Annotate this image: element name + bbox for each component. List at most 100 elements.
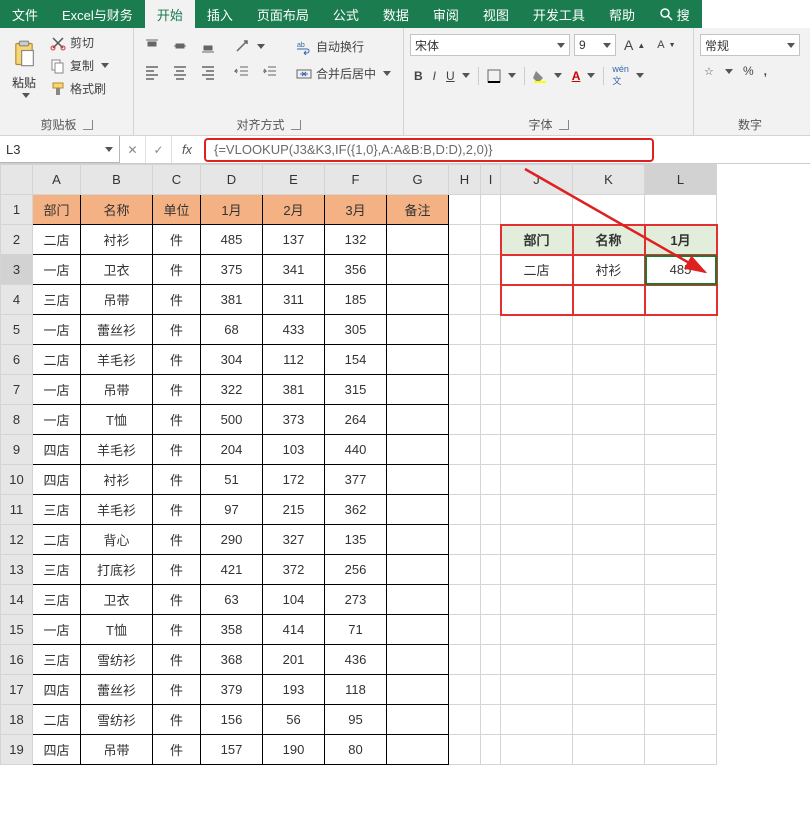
data-cell[interactable] bbox=[387, 525, 449, 555]
menubar-item[interactable]: 插入 bbox=[195, 0, 245, 28]
cell[interactable] bbox=[501, 705, 573, 735]
row-header[interactable]: 10 bbox=[1, 465, 33, 495]
align-top-button[interactable] bbox=[140, 36, 164, 56]
cell[interactable] bbox=[449, 525, 481, 555]
cell[interactable] bbox=[645, 375, 717, 405]
data-cell[interactable]: 二店 bbox=[33, 225, 81, 255]
lookup-cell[interactable]: 485 bbox=[645, 255, 717, 285]
data-cell[interactable]: 51 bbox=[201, 465, 263, 495]
data-cell[interactable] bbox=[387, 555, 449, 585]
cell[interactable] bbox=[573, 315, 645, 345]
menubar-item[interactable]: 页面布局 bbox=[245, 0, 321, 28]
data-cell[interactable] bbox=[387, 615, 449, 645]
cell[interactable] bbox=[645, 405, 717, 435]
data-cell[interactable]: 件 bbox=[153, 585, 201, 615]
cell[interactable] bbox=[501, 675, 573, 705]
row-header[interactable]: 17 bbox=[1, 675, 33, 705]
data-cell[interactable]: 打底衫 bbox=[81, 555, 153, 585]
row-header[interactable]: 9 bbox=[1, 435, 33, 465]
cell[interactable] bbox=[645, 585, 717, 615]
orientation-button[interactable] bbox=[230, 36, 282, 56]
lookup-header-cell[interactable]: 1月 bbox=[645, 225, 717, 255]
data-cell[interactable]: 304 bbox=[201, 345, 263, 375]
percent-button[interactable]: % bbox=[739, 62, 758, 80]
cell[interactable] bbox=[501, 345, 573, 375]
data-cell[interactable]: 56 bbox=[263, 705, 325, 735]
data-cell[interactable]: 卫衣 bbox=[81, 585, 153, 615]
increase-indent-button[interactable] bbox=[258, 62, 282, 82]
data-cell[interactable]: T恤 bbox=[81, 405, 153, 435]
formula-bar[interactable]: {=VLOOKUP(J3&K3,IF({1,0},A:A&B:B,D:D),2,… bbox=[204, 138, 654, 162]
data-cell[interactable]: 358 bbox=[201, 615, 263, 645]
col-header[interactable]: D bbox=[201, 165, 263, 195]
dialog-launcher-icon[interactable] bbox=[83, 120, 93, 130]
cell[interactable] bbox=[645, 525, 717, 555]
data-cell[interactable]: 件 bbox=[153, 495, 201, 525]
wrap-text-button[interactable]: ab 自动换行 bbox=[292, 36, 395, 57]
dialog-launcher-icon[interactable] bbox=[291, 120, 301, 130]
data-cell[interactable]: 件 bbox=[153, 615, 201, 645]
cell[interactable] bbox=[501, 495, 573, 525]
data-header-cell[interactable]: 2月 bbox=[263, 195, 325, 225]
lookup-header-cell[interactable]: 名称 bbox=[573, 225, 645, 255]
data-cell[interactable]: 三店 bbox=[33, 285, 81, 315]
cell[interactable] bbox=[481, 285, 501, 315]
data-cell[interactable] bbox=[387, 435, 449, 465]
data-cell[interactable]: 件 bbox=[153, 285, 201, 315]
cell[interactable] bbox=[573, 585, 645, 615]
data-cell[interactable]: 341 bbox=[263, 255, 325, 285]
data-cell[interactable]: 三店 bbox=[33, 645, 81, 675]
data-cell[interactable]: 362 bbox=[325, 495, 387, 525]
data-cell[interactable]: 190 bbox=[263, 735, 325, 765]
data-cell[interactable]: 雪纺衫 bbox=[81, 645, 153, 675]
lookup-cell[interactable]: 二店 bbox=[501, 255, 573, 285]
cell[interactable] bbox=[573, 375, 645, 405]
cell[interactable] bbox=[481, 555, 501, 585]
cell[interactable] bbox=[573, 405, 645, 435]
data-cell[interactable]: 132 bbox=[325, 225, 387, 255]
cell[interactable] bbox=[481, 225, 501, 255]
row-header[interactable]: 19 bbox=[1, 735, 33, 765]
row-header[interactable]: 18 bbox=[1, 705, 33, 735]
data-cell[interactable]: 273 bbox=[325, 585, 387, 615]
dialog-launcher-icon[interactable] bbox=[559, 120, 569, 130]
data-cell[interactable] bbox=[387, 705, 449, 735]
col-header[interactable]: G bbox=[387, 165, 449, 195]
cell[interactable] bbox=[645, 195, 717, 225]
data-cell[interactable]: 95 bbox=[325, 705, 387, 735]
decrease-font-button[interactable]: A▼ bbox=[653, 37, 679, 53]
col-header[interactable]: L bbox=[645, 165, 717, 195]
cell[interactable] bbox=[449, 645, 481, 675]
data-cell[interactable]: 172 bbox=[263, 465, 325, 495]
fill-color-button[interactable] bbox=[529, 67, 566, 85]
row-header[interactable]: 13 bbox=[1, 555, 33, 585]
data-cell[interactable]: 414 bbox=[263, 615, 325, 645]
data-cell[interactable]: 四店 bbox=[33, 675, 81, 705]
col-header[interactable]: C bbox=[153, 165, 201, 195]
cell[interactable] bbox=[481, 315, 501, 345]
data-cell[interactable]: 440 bbox=[325, 435, 387, 465]
data-cell[interactable]: 蕾丝衫 bbox=[81, 315, 153, 345]
row-header[interactable]: 12 bbox=[1, 525, 33, 555]
cell[interactable] bbox=[573, 705, 645, 735]
data-cell[interactable] bbox=[387, 465, 449, 495]
lookup-cell[interactable] bbox=[501, 285, 573, 315]
data-cell[interactable]: 一店 bbox=[33, 405, 81, 435]
row-header[interactable]: 16 bbox=[1, 645, 33, 675]
cell[interactable] bbox=[645, 315, 717, 345]
cell[interactable] bbox=[573, 195, 645, 225]
cell[interactable] bbox=[449, 255, 481, 285]
data-cell[interactable]: 112 bbox=[263, 345, 325, 375]
menubar-item[interactable]: 审阅 bbox=[421, 0, 471, 28]
col-header[interactable]: J bbox=[501, 165, 573, 195]
paste-button[interactable]: 粘贴 bbox=[6, 32, 42, 102]
data-header-cell[interactable]: 1月 bbox=[201, 195, 263, 225]
cell[interactable] bbox=[573, 345, 645, 375]
cell[interactable] bbox=[449, 195, 481, 225]
cell[interactable] bbox=[501, 645, 573, 675]
worksheet-grid[interactable]: ABCDEFGHIJKL1部门名称单位1月2月3月备注2二店衬衫件4851371… bbox=[0, 164, 810, 765]
cell[interactable] bbox=[573, 735, 645, 765]
cell[interactable] bbox=[449, 615, 481, 645]
cell[interactable] bbox=[573, 675, 645, 705]
data-cell[interactable]: 201 bbox=[263, 645, 325, 675]
